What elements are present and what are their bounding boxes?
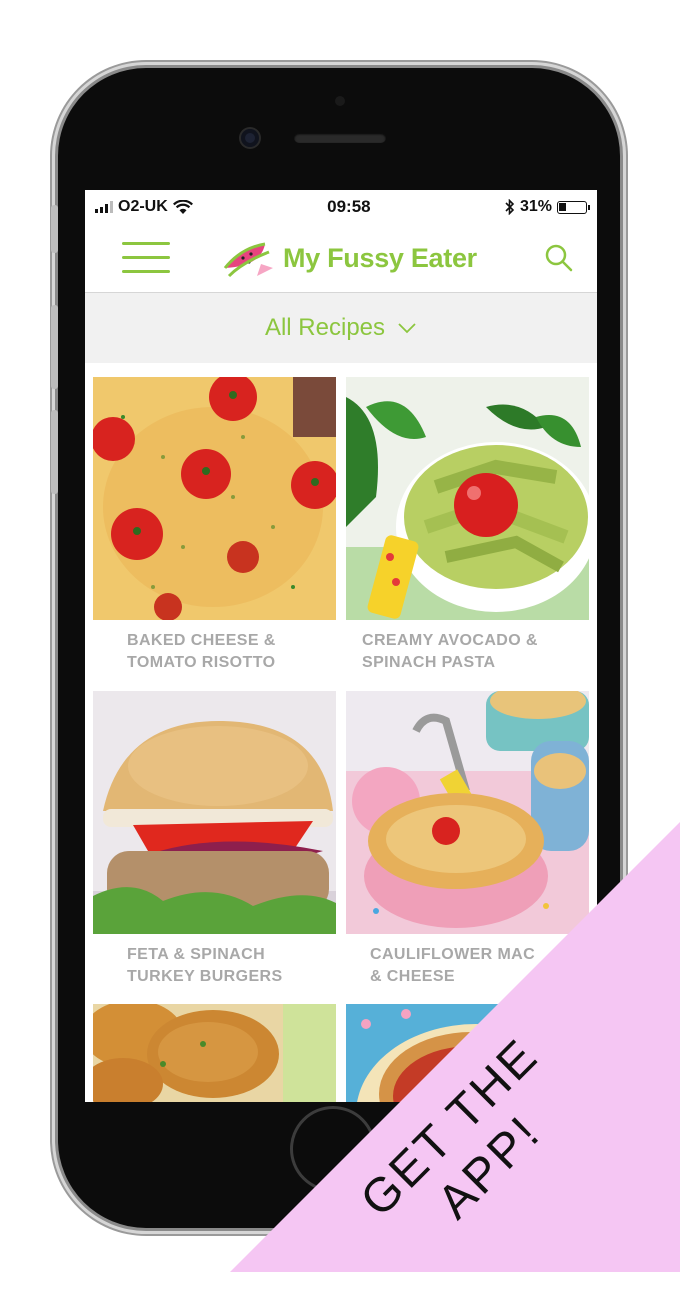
search-icon[interactable] (543, 242, 575, 274)
recipe-title: CAULIFLOWER MAC & CHEESE (346, 934, 589, 988)
recipe-image-burger (93, 691, 336, 934)
recipe-title: BAKED CHEESE & TOMATO RISOTTO (93, 620, 336, 674)
filter-label: All Recipes (264, 314, 386, 341)
battery-icon (556, 200, 590, 214)
recipe-card[interactable]: CAULIFLOWER MAC & CHEESE (346, 691, 589, 991)
watermelon-logo-icon (223, 242, 273, 278)
carrier-label: O2-UK (118, 198, 168, 215)
recipe-card[interactable]: BAKED CHEESE & TOMATO RISOTTO (93, 377, 336, 677)
menu-icon[interactable] (122, 242, 170, 273)
recipe-card[interactable] (93, 1004, 336, 1102)
recipe-image-risotto (93, 377, 336, 620)
status-time: 09:58 (327, 197, 371, 216)
proximity-sensor (335, 96, 345, 106)
bluetooth-icon (505, 199, 515, 215)
recipe-image-cauliflower-mac (346, 691, 589, 934)
recipe-title: CREAMY AVOCADO & SPINACH PASTA (346, 620, 589, 674)
recipe-title-line: & CHEESE (370, 968, 455, 985)
recipe-title-line: CAULIFLOWER MAC (370, 946, 536, 963)
recipe-title-line: BAKED CHEESE & (127, 632, 276, 649)
recipe-filter-dropdown[interactable]: All Recipes (85, 293, 597, 363)
earpiece-speaker (294, 133, 386, 143)
app-header: My Fussy Eater (85, 224, 597, 293)
recipe-title-line: TURKEY BURGERS (127, 968, 283, 985)
recipe-image-fritters (93, 1004, 336, 1102)
phone-screen: O2-UK 09:58 31% My Fussy Eater All Recip… (85, 190, 597, 1102)
recipe-title-line: SPINACH PASTA (362, 654, 496, 671)
recipe-card[interactable]: CREAMY AVOCADO & SPINACH PASTA (346, 377, 589, 677)
chevron-down-icon (398, 323, 416, 334)
recipe-title-line: CREAMY AVOCADO & (362, 632, 538, 649)
battery-percent: 31% (519, 198, 552, 215)
recipe-image-pasta (346, 377, 589, 620)
volume-down-button (51, 410, 58, 494)
mute-switch (51, 205, 58, 253)
front-camera (241, 129, 259, 147)
status-bar: O2-UK 09:58 31% (85, 190, 597, 224)
wifi-icon (172, 199, 193, 214)
recipe-title-line: TOMATO RISOTTO (127, 654, 276, 671)
recipe-title-line: FETA & SPINACH (127, 946, 266, 963)
volume-up-button (51, 305, 58, 389)
recipe-card[interactable]: FETA & SPINACH TURKEY BURGERS (93, 691, 336, 991)
app-logo: My Fussy Eater (221, 238, 477, 278)
app-title: My Fussy Eater (283, 242, 477, 273)
recipe-title: FETA & SPINACH TURKEY BURGERS (93, 934, 336, 988)
signal-icon (95, 201, 113, 213)
